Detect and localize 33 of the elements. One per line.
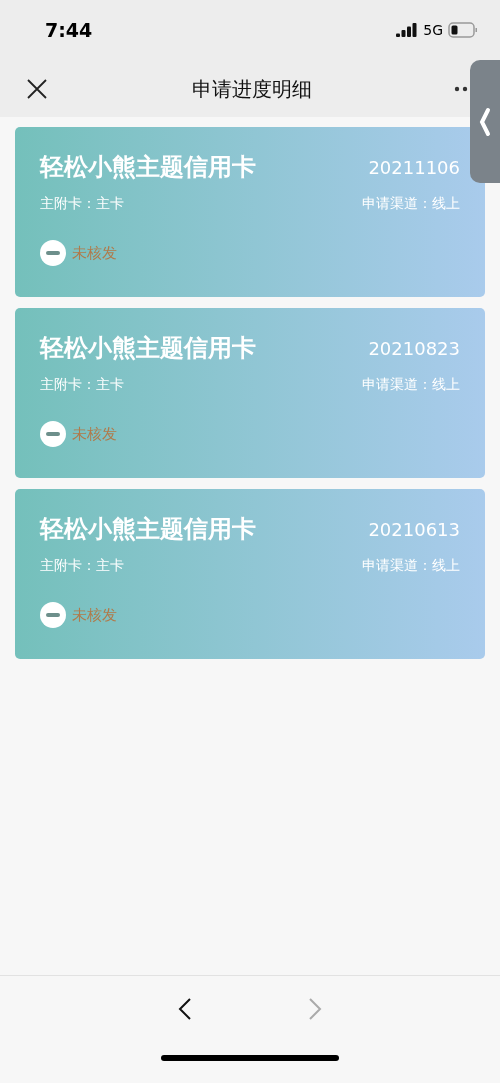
card-name: 轻松小熊主题信用卡 [40,514,256,545]
minus-circle-icon [40,421,66,447]
chevron-right-icon [308,997,322,1021]
more-icon [454,85,468,92]
application-channel: 申请渠道：线上 [362,556,460,575]
minus-circle-icon [40,602,66,628]
close-icon [26,77,48,100]
minus-circle-icon [40,240,66,266]
application-status: 未核发 [72,242,117,264]
side-tab[interactable] [470,60,500,183]
network-label: 5G [423,20,443,40]
card-type: 主附卡：主卡 [40,194,124,213]
application-date: 20210823 [368,336,460,361]
card-type: 主附卡：主卡 [40,556,124,575]
signal-icon [396,23,419,37]
status-time: 7:44 [45,17,93,43]
application-card[interactable]: 轻松小熊主题信用卡 20210823 主附卡：主卡 申请渠道：线上 未核发 [15,308,485,478]
battery-icon [448,22,478,38]
application-card[interactable]: 轻松小熊主题信用卡 20211106 主附卡：主卡 申请渠道：线上 未核发 [15,127,485,297]
application-card[interactable]: 轻松小熊主题信用卡 20210613 主附卡：主卡 申请渠道：线上 未核发 [15,489,485,659]
application-date: 20211106 [368,155,460,180]
application-date: 20210613 [368,517,460,542]
application-status: 未核发 [72,423,117,445]
application-status: 未核发 [72,604,117,626]
card-name: 轻松小熊主题信用卡 [40,152,256,183]
application-channel: 申请渠道：线上 [362,375,460,394]
page-title: 申请进度明细 [191,75,312,103]
chevron-left-icon [178,997,192,1021]
close-button[interactable] [25,76,49,101]
card-type: 主附卡：主卡 [40,375,124,394]
application-channel: 申请渠道：线上 [362,194,460,213]
chevron-left-icon [479,106,491,137]
card-name: 轻松小熊主题信用卡 [40,333,256,364]
